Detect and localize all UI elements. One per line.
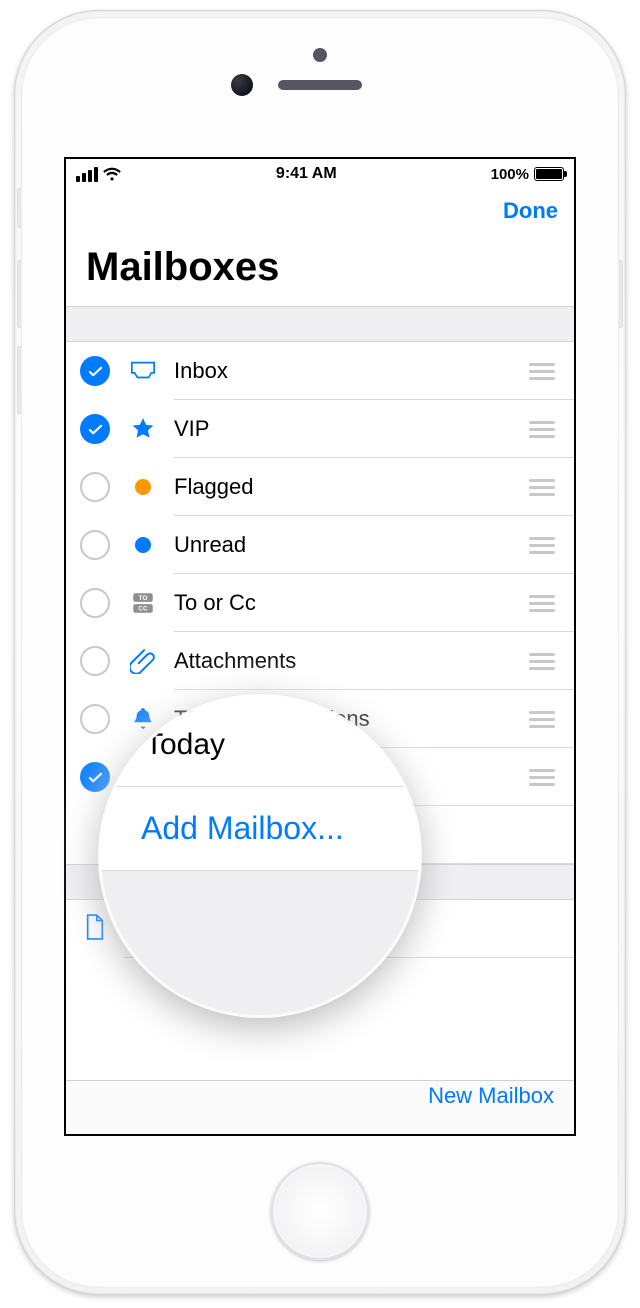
list-item-label: VIP: [174, 416, 520, 442]
checkbox[interactable]: [80, 646, 110, 676]
reorder-handle-icon[interactable]: [520, 421, 564, 438]
list-item-label: To or Cc: [174, 590, 520, 616]
list-item-flagged[interactable]: Flagged: [66, 458, 574, 516]
cellular-signal-icon: [76, 167, 98, 182]
reorder-handle-icon[interactable]: [520, 711, 564, 728]
flag-dot-icon: [128, 472, 158, 502]
navbar: Done: [66, 189, 574, 233]
checkbox[interactable]: [80, 414, 110, 444]
svg-text:CC: CC: [138, 606, 148, 613]
home-button[interactable]: [271, 1162, 369, 1260]
list-item-vip[interactable]: VIP: [66, 400, 574, 458]
checkbox[interactable]: [80, 472, 110, 502]
new-mailbox-button[interactable]: New Mailbox: [428, 1083, 554, 1109]
unread-dot-icon: [128, 530, 158, 560]
paperclip-icon: [128, 646, 158, 676]
list-item-label: Inbox: [174, 358, 520, 384]
magnifier-add-mailbox-row: Add Mailbox...: [101, 787, 419, 871]
speaker-grill: [278, 80, 362, 90]
status-time: 9:41 AM: [276, 165, 337, 183]
magnifier-today-row: Today: [101, 703, 419, 787]
reorder-handle-icon[interactable]: [520, 479, 564, 496]
star-icon: [128, 414, 158, 444]
reorder-handle-icon[interactable]: [520, 653, 564, 670]
wifi-icon: [102, 167, 122, 182]
list-item-tocc[interactable]: TO CC To or Cc: [66, 574, 574, 632]
checkbox[interactable]: [80, 588, 110, 618]
checkbox[interactable]: [80, 356, 110, 386]
iphone-frame: 9:41 AM 100% Done Mailboxes: [14, 10, 626, 1295]
status-left: [76, 167, 122, 182]
tocc-icon: TO CC: [128, 588, 158, 618]
section-spacer: [66, 306, 574, 342]
front-camera: [231, 74, 253, 96]
magnifier-add-mailbox-label: Add Mailbox...: [141, 810, 344, 847]
inbox-icon: [128, 356, 158, 386]
magnifier-today-label: Today: [145, 728, 225, 762]
magnifier-callout: Today Add Mailbox...: [101, 697, 419, 1015]
reorder-handle-icon[interactable]: [520, 363, 564, 380]
list-item-unread[interactable]: Unread: [66, 516, 574, 574]
phone-inner: 9:41 AM 100% Done Mailboxes: [21, 17, 619, 1288]
checkbox[interactable]: [80, 530, 110, 560]
reorder-handle-icon[interactable]: [520, 537, 564, 554]
status-right: 100%: [491, 166, 564, 183]
list-item-attachments[interactable]: Attachments: [66, 632, 574, 690]
toolbar: New Mailbox: [66, 1080, 574, 1134]
page-title: Mailboxes: [66, 233, 574, 306]
svg-text:TO: TO: [139, 595, 148, 602]
list-item-label: Flagged: [174, 474, 520, 500]
battery-percentage: 100%: [491, 166, 529, 183]
battery-icon: [534, 167, 564, 181]
list-item-inbox[interactable]: Inbox: [66, 342, 574, 400]
list-item-label: Attachments: [174, 648, 520, 674]
status-bar: 9:41 AM 100%: [66, 159, 574, 189]
done-button[interactable]: Done: [503, 198, 558, 224]
proximity-sensor: [313, 48, 327, 62]
reorder-handle-icon[interactable]: [520, 769, 564, 786]
reorder-handle-icon[interactable]: [520, 595, 564, 612]
list-item-label: Unread: [174, 532, 520, 558]
